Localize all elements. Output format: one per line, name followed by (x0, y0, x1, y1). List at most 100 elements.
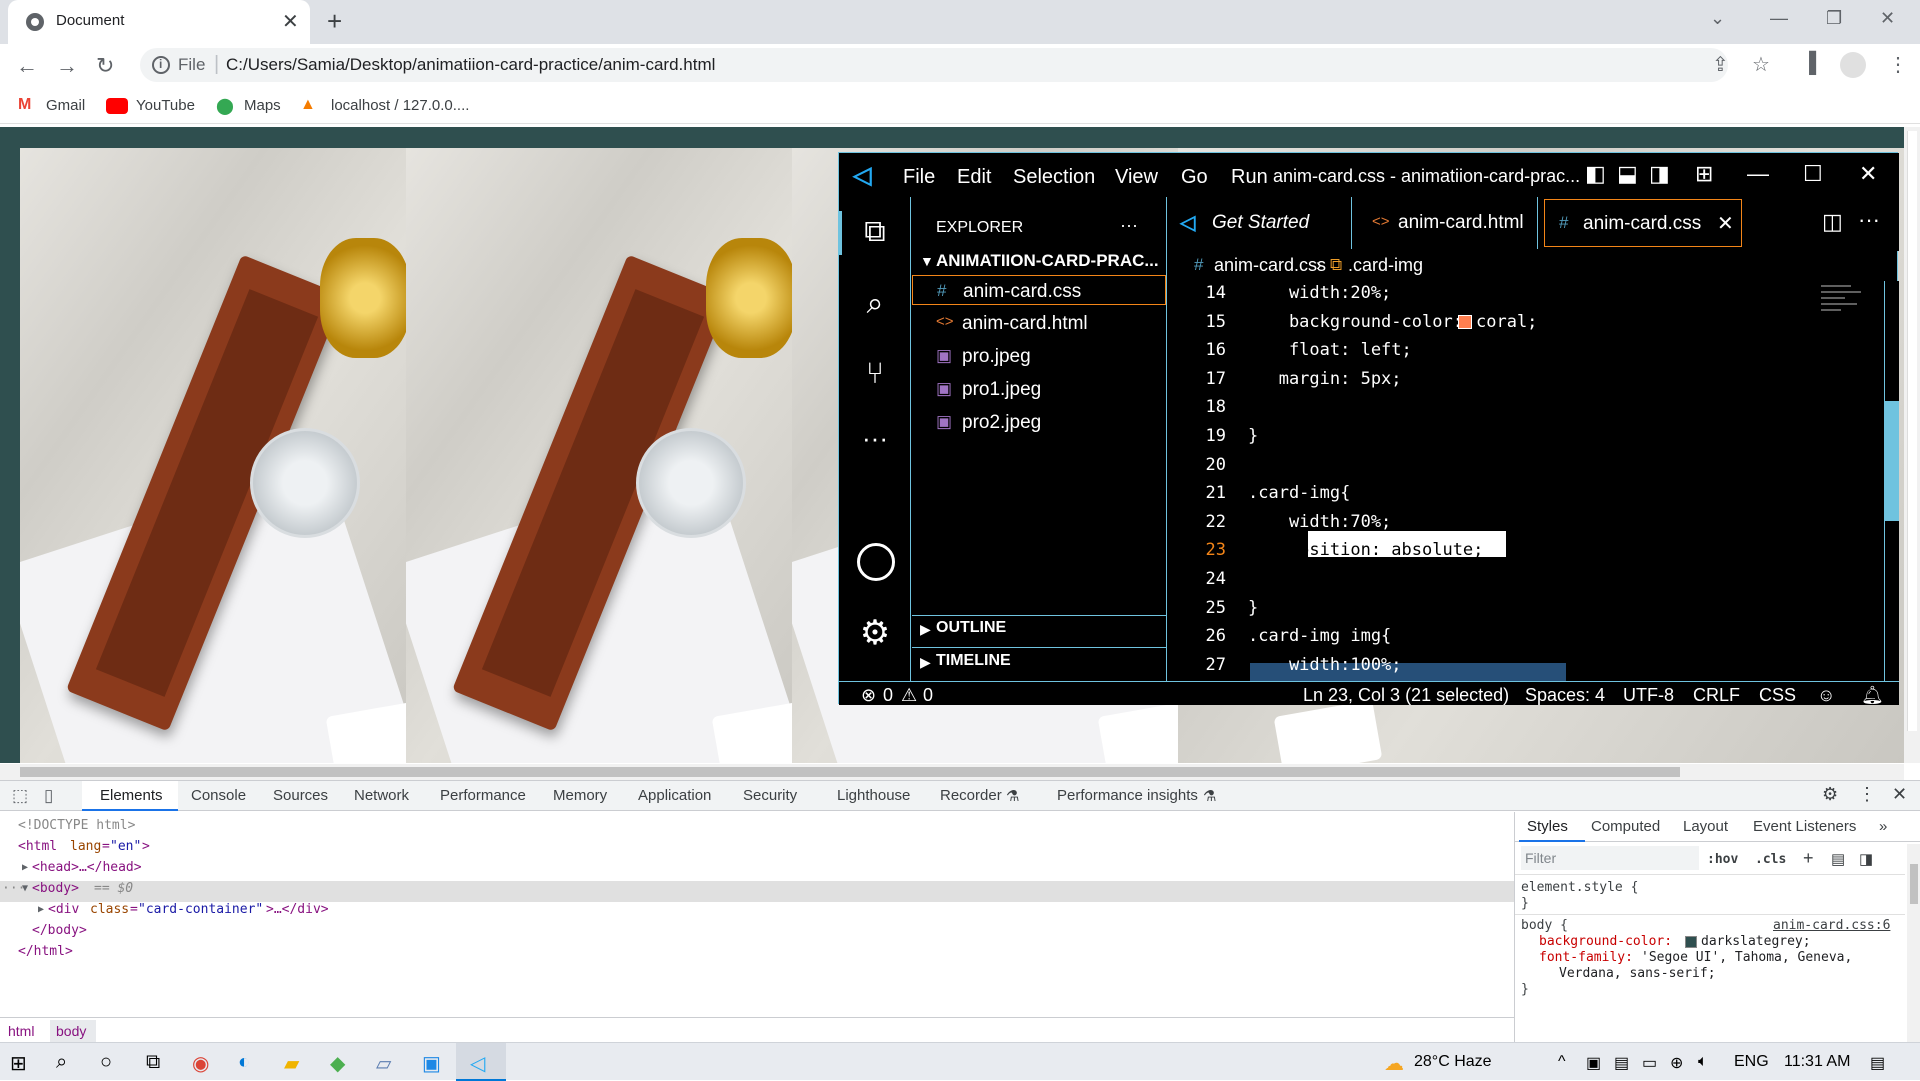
back-arrow-icon[interactable]: ← (16, 53, 38, 79)
dom-node-div[interactable]: ▶ <div class = "card-container" >…</div> (0, 902, 1514, 923)
bookmark-localhost[interactable]: localhost / 127.0.0.... (331, 97, 469, 114)
tab-get-started[interactable]: ◁ Get Started (1168, 197, 1352, 249)
code-line[interactable]: } (1248, 426, 1258, 446)
tab-network[interactable]: Network (354, 787, 409, 804)
sidebar-toggle-icon[interactable]: ◨ (1859, 850, 1873, 868)
devtools-close-icon[interactable]: ✕ (1892, 784, 1907, 805)
cls-toggle[interactable]: .cls (1755, 852, 1786, 867)
volume-icon[interactable]: 🔈︎ (1698, 1053, 1708, 1071)
browser-tab[interactable]: Document ✕ (8, 0, 310, 44)
tab-recorder[interactable]: Recorder (940, 787, 1002, 804)
language-mode[interactable]: CSS (1759, 685, 1796, 706)
chevron-right-icon[interactable]: ▶ (920, 654, 931, 671)
code-line[interactable]: .card-img{ (1248, 483, 1350, 503)
chevron-down-icon[interactable]: ▼ (920, 253, 934, 269)
clock-time[interactable]: 11:31 AM (1784, 1053, 1850, 1071)
cursor-position[interactable]: Ln 23, Col 3 (21 selected) (1303, 685, 1509, 706)
side-panel-icon[interactable]: ▐ (1802, 52, 1816, 75)
tab-performance[interactable]: Performance (440, 787, 526, 804)
search-icon[interactable]: ⌕ (56, 1051, 67, 1074)
menu-view[interactable]: View (1115, 166, 1158, 189)
file-explorer-icon[interactable]: ▰ (284, 1051, 299, 1076)
reload-icon[interactable]: ↻ (96, 53, 114, 79)
tab-elements[interactable]: Elements (100, 787, 163, 804)
tab-anim-card-html[interactable]: <> anim-card.html (1352, 197, 1538, 249)
code-line[interactable]: width:20%; (1248, 283, 1391, 303)
scrollbar-thumb[interactable] (1907, 131, 1917, 731)
show-hidden-icons-chevron-icon[interactable]: ^ (1558, 1053, 1566, 1071)
inspect-element-icon[interactable]: ⬚ (12, 786, 28, 806)
breadcrumb-file[interactable]: anim-card.css (1214, 255, 1326, 276)
tab-security[interactable]: Security (743, 787, 797, 804)
explorer-more-icon[interactable]: ··· (1120, 215, 1138, 236)
menu-go[interactable]: Go (1181, 166, 1208, 189)
line-ending[interactable]: CRLF (1693, 685, 1740, 706)
explorer-file-pro2-jpeg[interactable]: ▣ pro2.jpeg (912, 407, 1166, 437)
dom-node-doctype[interactable]: <!DOCTYPE html> (0, 818, 1514, 839)
url-text[interactable]: C:/Users/Samia/Desktop/animatiion-card-p… (226, 55, 715, 75)
share-icon[interactable]: ⇪ (1712, 52, 1729, 77)
code-line[interactable]: } (1248, 598, 1258, 618)
explorer-file-pro1-jpeg[interactable]: ▣ pro1.jpeg (912, 374, 1166, 404)
new-rule-plus-icon[interactable]: + (1803, 848, 1814, 869)
tab-lighthouse[interactable]: Lighthouse (837, 787, 910, 804)
computed-styles-icon[interactable]: ▤ (1831, 850, 1845, 868)
css-prop-font-family[interactable]: font-family: (1539, 950, 1633, 965)
devtools-menu-icon[interactable]: ⋮ (1858, 784, 1876, 805)
warning-icon[interactable]: ⚠ (901, 685, 917, 706)
style-source-link[interactable]: anim-card.css:6 (1773, 918, 1890, 933)
tab-close-button[interactable]: ✕ (282, 9, 299, 34)
css-value-font-family-cont[interactable]: Verdana, sans-serif; (1559, 966, 1716, 981)
app-icon[interactable]: ▱ (376, 1051, 391, 1076)
code-line[interactable]: background-color: (1248, 312, 1473, 332)
restore-button[interactable]: ❐ (1826, 8, 1842, 29)
tab-performance-insights[interactable]: Performance insights (1057, 787, 1198, 804)
tab-styles[interactable]: Styles (1527, 818, 1568, 835)
dom-node-html[interactable]: <html lang = "en" > (0, 839, 1514, 860)
meet-now-icon[interactable]: ▣ (1586, 1053, 1601, 1073)
code-line[interactable]: position: absolute; (1248, 540, 1483, 560)
tab-layout[interactable]: Layout (1683, 818, 1728, 835)
chrome-menu-icon[interactable]: ⋮ (1888, 52, 1908, 77)
profile-avatar-icon[interactable] (1840, 52, 1866, 78)
device-toolbar-icon[interactable]: ▯ (44, 786, 53, 806)
weather-icon[interactable]: ☁ (1384, 1051, 1404, 1076)
task-view-icon[interactable]: ⧉ (146, 1051, 160, 1074)
minimap[interactable] (1817, 281, 1877, 341)
outline-section[interactable]: OUTLINE (936, 619, 1006, 637)
edge-icon[interactable]: ◐ (238, 1051, 250, 1074)
color-swatch-icon[interactable] (1685, 936, 1697, 948)
toggle-panel-icon[interactable]: ⬓ (1617, 161, 1638, 187)
network-globe-icon[interactable]: ⊕ (1670, 1053, 1683, 1073)
warning-count[interactable]: 0 (923, 685, 933, 706)
new-tab-button[interactable]: + (327, 6, 342, 37)
editor-scrollbar[interactable] (1884, 281, 1899, 681)
scrollbar-thumb[interactable] (20, 767, 1680, 777)
explorer-file-anim-card-css[interactable]: # anim-card.css (912, 275, 1166, 305)
bookmark-gmail[interactable]: Gmail (46, 97, 85, 114)
code-value[interactable]: coral; (1476, 312, 1537, 332)
window-close-button[interactable]: ✕ (1880, 8, 1895, 29)
input-language[interactable]: ENG (1734, 1053, 1769, 1071)
menu-run[interactable]: Run (1231, 166, 1268, 189)
css-value-background-color[interactable]: darkslategrey; (1701, 934, 1811, 949)
tab-computed[interactable]: Computed (1591, 818, 1660, 835)
css-value-font-family[interactable]: 'Segoe UI', Tahoma, Geneva, (1641, 950, 1852, 965)
source-control-icon[interactable]: ⑂ (857, 357, 893, 393)
crumb-html[interactable]: html (8, 1023, 34, 1039)
vscode-maximize-button[interactable]: ☐ (1803, 161, 1823, 187)
site-info-icon[interactable] (152, 56, 170, 74)
windows-start-icon[interactable]: ⊞ (10, 1051, 27, 1076)
toggle-secondary-sidebar-icon[interactable]: ◨ (1649, 161, 1670, 187)
notifications-icon[interactable]: ▤ (1870, 1053, 1885, 1073)
menu-selection[interactable]: Selection (1013, 166, 1095, 189)
tab-sources[interactable]: Sources (273, 787, 328, 804)
photos-icon[interactable]: ◆ (330, 1051, 345, 1076)
address-bar[interactable]: File | C:/Users/Samia/Desktop/animatiion… (140, 48, 1728, 82)
styles-scrollbar[interactable] (1907, 844, 1920, 1043)
vscode-close-button[interactable]: ✕ (1859, 161, 1877, 187)
minimize-button[interactable]: — (1770, 8, 1788, 29)
error-icon[interactable]: ⊗ (861, 685, 876, 706)
tab-anim-card-css[interactable]: # anim-card.css ✕ (1544, 199, 1742, 247)
explorer-files-icon[interactable]: ⧉ (857, 215, 893, 251)
